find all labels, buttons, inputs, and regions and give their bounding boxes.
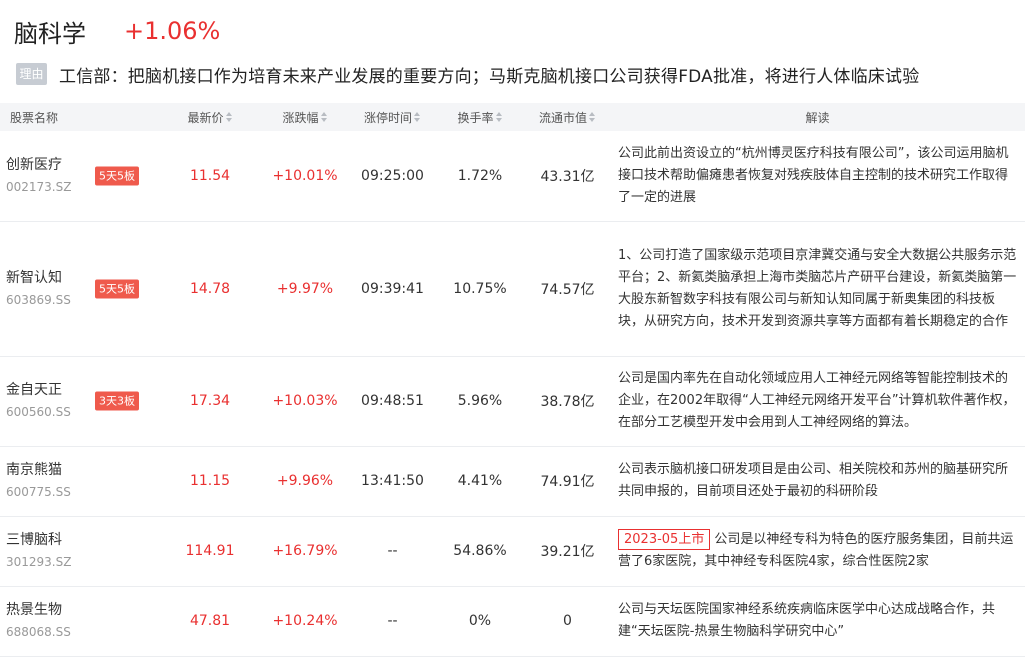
turnover: 1.72%	[457, 167, 503, 184]
change-pct: +9.97%	[276, 280, 334, 297]
col-header-price[interactable]: 最新价	[160, 103, 260, 131]
limit-time: 09:39:41	[361, 280, 424, 297]
table-row[interactable]: 热景生物 688068.SS 47.81 +10.24% -- 0% 0 公司与…	[0, 586, 1025, 656]
limit-time: 13:41:50	[361, 473, 424, 489]
sort-icon[interactable]	[495, 112, 503, 122]
limit-time: --	[387, 543, 398, 559]
limit-time: 09:48:51	[361, 393, 424, 409]
sort-icon[interactable]	[225, 112, 233, 122]
change-pct: +10.03%	[272, 393, 338, 409]
change-pct: +9.96%	[276, 473, 334, 489]
description: 公司表示脑机接口研发项目是由公司、相关院校和苏州的脑基研究所共同申报的，目前项目…	[610, 446, 1025, 516]
price: 17.34	[189, 393, 231, 409]
description: 公司此前出资设立的“杭州博灵医疗科技有限公司”，该公司运用脑机接口技术帮助偏瘫患…	[610, 131, 1025, 221]
table-row[interactable]: 新智认知 603869.SS 5天5板 14.78 +9.97% 09:39:4…	[0, 221, 1025, 356]
page-header: 脑科学 +1.06%	[14, 14, 220, 48]
col-header-limit-time[interactable]: 涨停时间	[350, 103, 435, 131]
turnover: 4.41%	[457, 473, 503, 489]
sort-icon[interactable]	[589, 112, 596, 122]
table-row[interactable]: 南京熊猫 600775.SS 11.15 +9.96% 13:41:50 4.4…	[0, 446, 1025, 516]
limit-time: --	[387, 613, 398, 629]
stock-name-cell[interactable]: 南京熊猫 600775.SS	[0, 446, 160, 516]
market-cap: 39.21亿	[540, 544, 595, 560]
sort-icon[interactable]	[320, 112, 328, 122]
stock-name[interactable]: 热景生物	[6, 601, 160, 619]
market-cap: 38.78亿	[540, 394, 595, 410]
change-pct: +16.79%	[272, 543, 338, 559]
col-header-desc: 解读	[805, 110, 830, 125]
sort-icon[interactable]	[414, 112, 421, 122]
limit-up-badge: 5天5板	[95, 279, 139, 298]
description-text: 公司是国内率先在自动化领域应用人工神经元网络等智能控制技术的企业，在2002年取…	[618, 371, 1016, 430]
listing-date-tag: 2023-05上市	[618, 529, 711, 550]
col-header-market-cap[interactable]: 流通市值	[525, 103, 610, 131]
col-header-name: 股票名称	[10, 110, 59, 125]
stock-name-cell[interactable]: 热景生物 688068.SS	[0, 586, 160, 656]
page-title: 脑科学	[14, 19, 86, 48]
description-text: 公司表示脑机接口研发项目是由公司、相关院校和苏州的脑基研究所共同申报的，目前项目…	[618, 462, 1009, 499]
market-cap: 74.91亿	[540, 474, 595, 490]
description: 2023-05上市 公司是以神经专科为特色的医疗服务集团，目前共运营了6家医院，其…	[610, 516, 1025, 586]
turnover: 54.86%	[453, 543, 507, 559]
col-header-turnover[interactable]: 换手率	[435, 103, 525, 131]
table-header: 股票名称 最新价 涨跌幅 涨停时间 换手率 流通市值 解读	[0, 103, 1025, 131]
description: 公司是国内率先在自动化领域应用人工神经元网络等智能控制技术的企业，在2002年取…	[610, 356, 1025, 446]
price: 11.15	[189, 473, 231, 489]
description: 1、公司打造了国家级示范项目京津冀交通与安全大数据公共服务示范平台；2、新氦类脑…	[610, 221, 1025, 356]
table-row[interactable]: 三博脑科 301293.SZ 114.91 +16.79% -- 54.86% …	[0, 516, 1025, 586]
market-cap: 74.57亿	[540, 281, 595, 298]
change-pct: +10.01%	[272, 167, 338, 184]
stock-name-cell[interactable]: 金自天正 600560.SS 3天3板	[0, 356, 160, 446]
stock-name[interactable]: 三博脑科	[6, 531, 160, 549]
table-row[interactable]: 金自天正 600560.SS 3天3板 17.34 +10.03% 09:48:…	[0, 356, 1025, 446]
stock-name-cell[interactable]: 新智认知 603869.SS 5天5板	[0, 221, 160, 356]
market-cap: 0	[563, 613, 572, 629]
stock-code: 688068.SS	[6, 625, 71, 639]
price: 114.91	[185, 543, 235, 559]
stock-table: 股票名称 最新价 涨跌幅 涨停时间 换手率 流通市值 解读 创新医疗 00217…	[0, 103, 1025, 657]
stock-name-cell[interactable]: 三博脑科 301293.SZ	[0, 516, 160, 586]
description-text: 公司与天坛医院国家神经系统疾病临床医学中心达成战略合作，共建“天坛医院-热景生物…	[618, 602, 996, 639]
turnover: 0%	[468, 613, 492, 629]
table-row[interactable]: 创新医疗 002173.SZ 5天5板 11.54 +10.01% 09:25:…	[0, 131, 1025, 221]
price: 11.54	[189, 167, 231, 184]
description-text: 1、公司打造了国家级示范项目京津冀交通与安全大数据公共服务示范平台；2、新氦类脑…	[618, 247, 1017, 329]
reason-row: 理由 工信部：把脑机接口作为培育未来产业发展的重要方向；马斯克脑机接口公司获得F…	[16, 62, 920, 87]
turnover: 10.75%	[453, 280, 507, 297]
stock-name[interactable]: 南京熊猫	[6, 461, 160, 479]
stock-code: 301293.SZ	[6, 555, 72, 569]
limit-up-badge: 3天3板	[95, 391, 139, 411]
price: 14.78	[189, 280, 231, 297]
stock-code: 600775.SS	[6, 485, 71, 499]
reason-tag: 理由	[16, 63, 47, 85]
limit-time: 09:25:00	[361, 167, 424, 184]
description: 公司与天坛医院国家神经系统疾病临床医学中心达成战略合作，共建“天坛医院-热景生物…	[610, 586, 1025, 656]
market-cap: 43.31亿	[540, 168, 595, 185]
sector-change: +1.06%	[124, 17, 221, 45]
col-header-change[interactable]: 涨跌幅	[260, 103, 350, 131]
change-pct: +10.24%	[272, 613, 338, 629]
reason-text: 工信部：把脑机接口作为培育未来产业发展的重要方向；马斯克脑机接口公司获得FDA批…	[59, 66, 920, 87]
description-text: 公司此前出资设立的“杭州博灵医疗科技有限公司”，该公司运用脑机接口技术帮助偏瘫患…	[618, 145, 1009, 205]
price: 47.81	[189, 613, 231, 629]
stock-name-cell[interactable]: 创新医疗 002173.SZ 5天5板	[0, 131, 160, 221]
turnover: 5.96%	[457, 393, 503, 409]
limit-up-badge: 5天5板	[95, 166, 139, 186]
